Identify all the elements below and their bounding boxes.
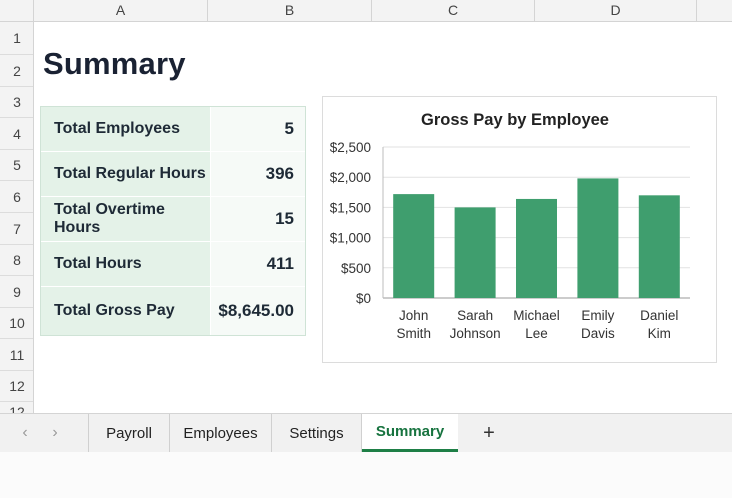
- chart-x-tick-label: Johnson: [450, 326, 501, 341]
- chart-bar: [454, 207, 496, 298]
- summary-table: Total Employees 5 Total Regular Hours 39…: [40, 106, 306, 336]
- row-header-12[interactable]: 12: [0, 371, 33, 402]
- summary-row: Total Employees 5: [41, 107, 305, 152]
- chart-x-tick-label: Smith: [396, 326, 431, 341]
- chart-bar: [516, 198, 557, 298]
- chart-y-tick-label: $0: [356, 291, 371, 306]
- summary-row: Total Regular Hours 396: [41, 152, 305, 197]
- row-header-1[interactable]: 1: [0, 22, 33, 55]
- summary-value[interactable]: 15: [211, 197, 305, 241]
- scroll-tabs-right-icon[interactable]: ›: [46, 422, 64, 444]
- row-header-10[interactable]: 10: [0, 308, 33, 339]
- row-header-8[interactable]: 8: [0, 245, 33, 276]
- chart-x-tick-label: John: [399, 308, 428, 323]
- summary-label[interactable]: Total Hours: [41, 242, 211, 286]
- column-header-bar: A B C D: [0, 0, 732, 22]
- row-header-2[interactable]: 2: [0, 55, 33, 87]
- sheet-title: Summary: [43, 46, 186, 81]
- row-header-bar: 1 2 3 4 5 6 7 8 9 10 11 12 12: [0, 22, 34, 413]
- chart-x-tick-label: Davis: [581, 326, 615, 341]
- summary-value[interactable]: 411: [211, 242, 305, 286]
- chart-x-tick-label: Daniel: [640, 308, 678, 323]
- column-header-b[interactable]: B: [208, 0, 372, 22]
- column-header-d[interactable]: D: [535, 0, 697, 22]
- chart-bar: [638, 195, 680, 298]
- row-header-13[interactable]: 12: [0, 402, 33, 413]
- summary-row: Total Overtime Hours 15: [41, 197, 305, 242]
- row-header-6[interactable]: 6: [0, 181, 33, 213]
- chart-y-tick-label: $2,500: [330, 140, 371, 155]
- chart-x-tick-label: Sarah: [457, 308, 493, 323]
- chart-y-tick-label: $500: [341, 261, 371, 276]
- chart-x-tick-label: Kim: [648, 326, 671, 341]
- summary-row: Total Hours 411: [41, 242, 305, 287]
- chart-bar: [393, 194, 435, 298]
- status-area: [0, 452, 732, 498]
- tab-summary[interactable]: Summary: [362, 414, 458, 452]
- summary-label[interactable]: Total Regular Hours: [41, 152, 211, 196]
- sheet-tab-bar: ‹ › Payroll Employees Settings Summary +: [0, 413, 732, 452]
- summary-label[interactable]: Total Gross Pay: [41, 287, 211, 335]
- column-header-a[interactable]: A: [34, 0, 208, 22]
- row-header-5[interactable]: 5: [0, 150, 33, 181]
- chart-y-tick-label: $2,000: [330, 170, 371, 185]
- summary-value[interactable]: 5: [211, 107, 305, 151]
- summary-value[interactable]: $8,645.00: [211, 287, 305, 335]
- column-header-c[interactable]: C: [372, 0, 535, 22]
- row-header-7[interactable]: 7: [0, 213, 33, 245]
- summary-label[interactable]: Total Overtime Hours: [41, 197, 211, 241]
- spreadsheet-app: A B C D 1 2 3 4 5 6 7 8 9 10 11 12 12 Su…: [0, 0, 732, 498]
- scroll-tabs-left-icon[interactable]: ‹: [16, 422, 34, 444]
- chart-x-tick-label: Lee: [525, 326, 548, 341]
- chart-x-tick-label: Emily: [581, 308, 614, 323]
- chart-title: Gross Pay by Employee: [421, 111, 609, 129]
- chart-y-tick-label: $1,000: [330, 231, 371, 246]
- summary-value[interactable]: 396: [211, 152, 305, 196]
- add-sheet-icon[interactable]: +: [471, 414, 507, 452]
- select-all-corner[interactable]: [0, 0, 34, 22]
- row-header-9[interactable]: 9: [0, 276, 33, 308]
- chart-y-tick-label: $1,500: [330, 200, 371, 215]
- chart-canvas: Gross Pay by Employee $0 $500 $1,000 $1,500 $…: [330, 111, 690, 341]
- chart-bar: [577, 178, 619, 298]
- chart-x-tick-label: Michael: [513, 308, 560, 323]
- cell-grid[interactable]: Summary Total Employees 5 Total Regular …: [34, 22, 732, 413]
- row-header-3[interactable]: 3: [0, 87, 33, 118]
- row-header-4[interactable]: 4: [0, 118, 33, 150]
- column-header-e[interactable]: [697, 0, 732, 22]
- tab-settings[interactable]: Settings: [272, 414, 362, 452]
- gross-pay-chart[interactable]: Gross Pay by Employee $0 $500 $1,000 $1,500 $…: [322, 96, 717, 363]
- row-header-11[interactable]: 11: [0, 339, 33, 371]
- summary-row: Total Gross Pay $8,645.00: [41, 287, 305, 335]
- tab-employees[interactable]: Employees: [170, 414, 272, 452]
- tab-payroll[interactable]: Payroll: [88, 414, 170, 452]
- summary-label[interactable]: Total Employees: [41, 107, 211, 151]
